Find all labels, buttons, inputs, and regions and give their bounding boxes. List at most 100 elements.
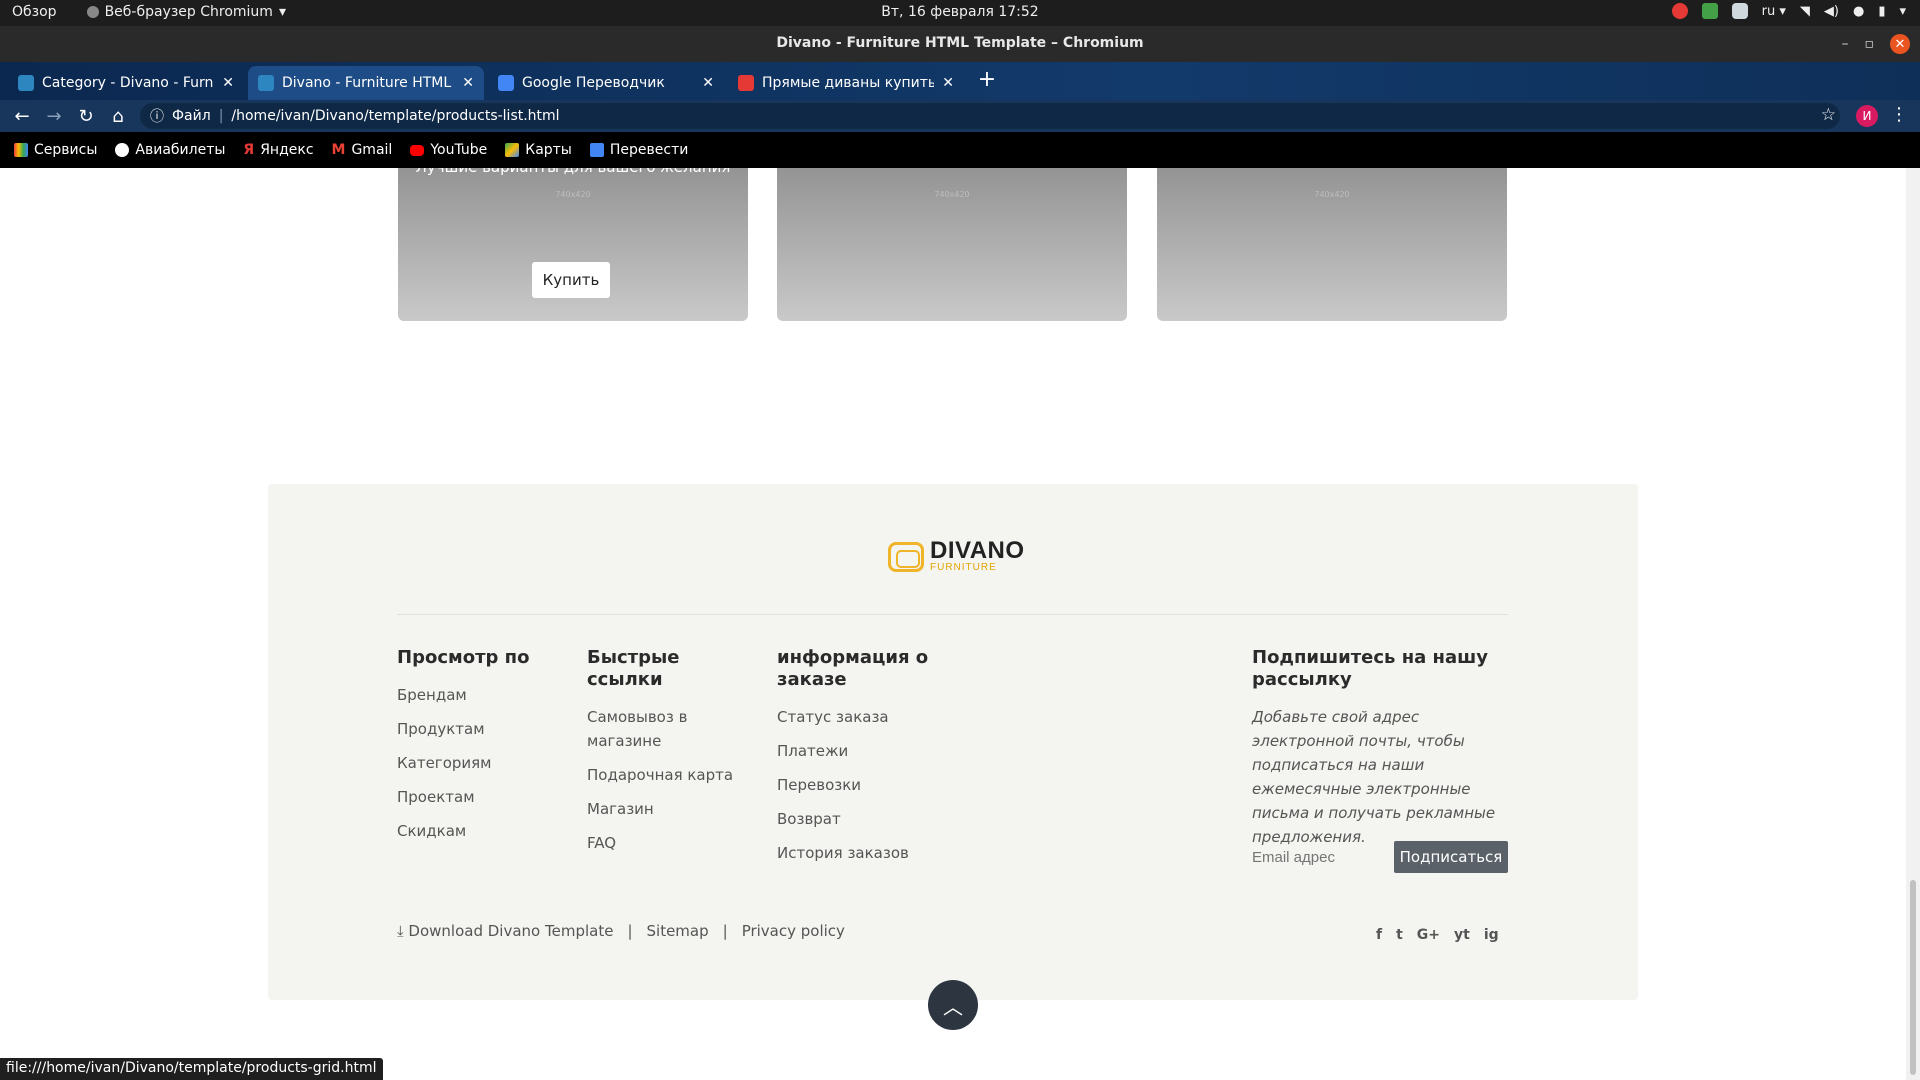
footer-link-returns[interactable]: Возврат [777,807,947,831]
language-indicator[interactable]: ru ▾ [1762,4,1786,19]
youtube-icon[interactable]: yt [1454,927,1470,943]
menu-icon[interactable]: ⋮ [1890,104,1908,125]
bookmarks-bar: Сервисы Авиабилеты Я Яндекс M Gmail YouTub… [0,132,1920,168]
divider [397,614,1508,615]
twitter-icon[interactable]: t [1396,927,1403,943]
minimize-icon[interactable]: – [1842,36,1849,52]
image-placeholder: 740x420 [934,190,970,199]
divider: | [218,108,224,124]
footer-link-gift-card[interactable]: Подарочная карта [587,763,737,787]
tab-title: Google Переводчик [522,75,665,91]
back-icon[interactable]: ← [6,106,38,127]
footer-link-payments[interactable]: Платежи [777,739,947,763]
close-window-button[interactable]: ✕ [1890,34,1910,54]
newsletter-form: Подписаться [1252,841,1508,873]
forward-icon[interactable]: → [38,106,70,127]
download-link[interactable]: ⤓ Download Divano Template [397,922,613,940]
info-icon[interactable]: ⓘ [150,106,164,126]
tab-title: Прямые диваны купить в [762,75,935,91]
bookmark-star-icon[interactable]: ☆ [1821,105,1836,125]
translate-icon [589,143,604,157]
shield-icon[interactable] [1701,3,1718,19]
google-plus-icon[interactable]: G+ [1417,927,1440,943]
footer-link-pickup[interactable]: Самовывоз в магазине [587,705,737,753]
bookmark-yandex[interactable]: Я Яндекс [243,142,313,158]
bookmark-maps[interactable]: Карты [505,142,572,158]
close-icon[interactable]: ✕ [222,75,234,91]
bookmark-avia[interactable]: Авиабилеты [115,142,225,158]
promo-card: 740x420 [1157,168,1507,321]
privacy-policy-link[interactable]: Privacy policy [742,922,845,940]
footer-column-quick-links: Быстрые ссылки Самовывоз в магазине Пода… [587,647,737,865]
maximize-icon[interactable]: ▫ [1865,36,1875,52]
address-bar[interactable]: ⓘ Файл | /home/ivan/Divano/template/prod… [140,103,1840,129]
battery-icon[interactable]: ▮ [1878,4,1885,19]
divano-favicon-icon [18,75,34,91]
footer-link-brands[interactable]: Брендам [397,683,577,707]
reload-icon[interactable]: ↻ [70,106,102,127]
newsletter-text: Добавьте свой адрес электронной почты, ч… [1252,708,1496,846]
yandex-icon: Я [243,142,255,158]
activities-button[interactable]: Обзор [12,4,57,20]
bookmark-translate[interactable]: Перевести [589,142,688,158]
subscribe-button[interactable]: Подписаться [1394,841,1508,873]
footer-link-faq[interactable]: FAQ [587,831,737,855]
close-icon[interactable]: ✕ [942,75,954,91]
url-text[interactable]: /home/ivan/Divano/template/products-list… [231,108,559,124]
email-field[interactable] [1252,841,1392,873]
discord-icon[interactable] [1731,3,1748,19]
tab-google-translate[interactable]: Google Переводчик ✕ [488,66,724,100]
footer-link-order-history[interactable]: История заказов [777,841,947,865]
footer-link-order-status[interactable]: Статус заказа [777,705,947,729]
tab-title: Divano - Furniture HTML T [282,75,455,91]
image-placeholder: 740x420 [1314,190,1350,199]
window-title-bar: Divano - Furniture HTML Template – Chrom… [0,26,1920,62]
maps-icon [505,143,520,157]
footer-column-browse: Просмотр по Брендам Продуктам Категориям… [397,647,577,853]
divano-favicon-icon [258,75,274,91]
app-menu[interactable]: Веб-браузер Chromium ▾ [86,4,286,20]
status-bubble: file:///home/ivan/Divano/template/produc… [0,1058,383,1080]
logo-title: DIVANO [930,537,1025,564]
footer-link-products[interactable]: Продуктам [397,717,577,741]
chevron-down-icon: ▾ [278,4,286,20]
newsletter-title: Подпишитесь на нашу рассылку [1252,647,1488,690]
power-menu-icon[interactable]: ▾ [1899,4,1906,19]
new-tab-button[interactable]: + [974,68,1000,94]
bookmark-services[interactable]: Сервисы [14,142,97,158]
buy-button[interactable]: Купить [532,262,610,298]
volume-icon[interactable]: ◀) [1824,4,1839,19]
profile-avatar[interactable]: И [1856,105,1878,127]
scroll-to-top-button[interactable]: ︿ [928,980,978,1030]
footer-link-projects[interactable]: Проектам [397,785,577,809]
promo-card: 740x420 [777,168,1127,321]
system-top-bar: Обзор Веб-браузер Chromium ▾ Вт, 16 февр… [0,0,1920,26]
bookmark-youtube[interactable]: YouTube [410,142,487,158]
close-icon[interactable]: ✕ [462,75,474,91]
footer-link-shop[interactable]: Магазин [587,797,737,821]
wifi-icon[interactable]: ◥ [1800,4,1810,19]
scrollbar-thumb[interactable] [1910,880,1916,1075]
chrome-tray-icon[interactable] [1671,3,1688,19]
microphone-icon[interactable]: ● [1853,4,1864,19]
instagram-icon[interactable]: ig [1484,927,1499,943]
footer-link-discounts[interactable]: Скидкам [397,819,577,843]
footer-link-categories[interactable]: Категориям [397,751,577,775]
tab-category[interactable]: Category - Divano - Furnit ✕ [8,66,244,100]
close-icon[interactable]: ✕ [702,75,714,91]
site-footer: DIVANO FURNITURE Просмотр по Брендам Про… [268,484,1638,1000]
footer-column-order-info: информация о заказе Статус заказа Платеж… [777,647,947,875]
tab-title: Category - Divano - Furnit [42,75,215,91]
sitemap-link[interactable]: Sitemap [647,922,709,940]
footer-link-shipping[interactable]: Перевозки [777,773,947,797]
page-scrollbar[interactable] [1906,168,1920,1080]
tab-sofas[interactable]: Прямые диваны купить в ✕ [728,66,964,100]
tab-divano-template[interactable]: Divano - Furniture HTML T ✕ [248,66,484,100]
tab-strip: Category - Divano - Furnit ✕ Divano - Fu… [0,62,1920,100]
bookmark-gmail[interactable]: M Gmail [332,142,393,158]
home-icon[interactable]: ⌂ [102,106,134,127]
google-translate-icon [498,75,514,91]
clock[interactable]: Вт, 16 февраля 17:52 [881,4,1038,20]
divano-logo[interactable]: DIVANO FURNITURE [888,537,1025,573]
facebook-icon[interactable]: f [1376,927,1382,943]
